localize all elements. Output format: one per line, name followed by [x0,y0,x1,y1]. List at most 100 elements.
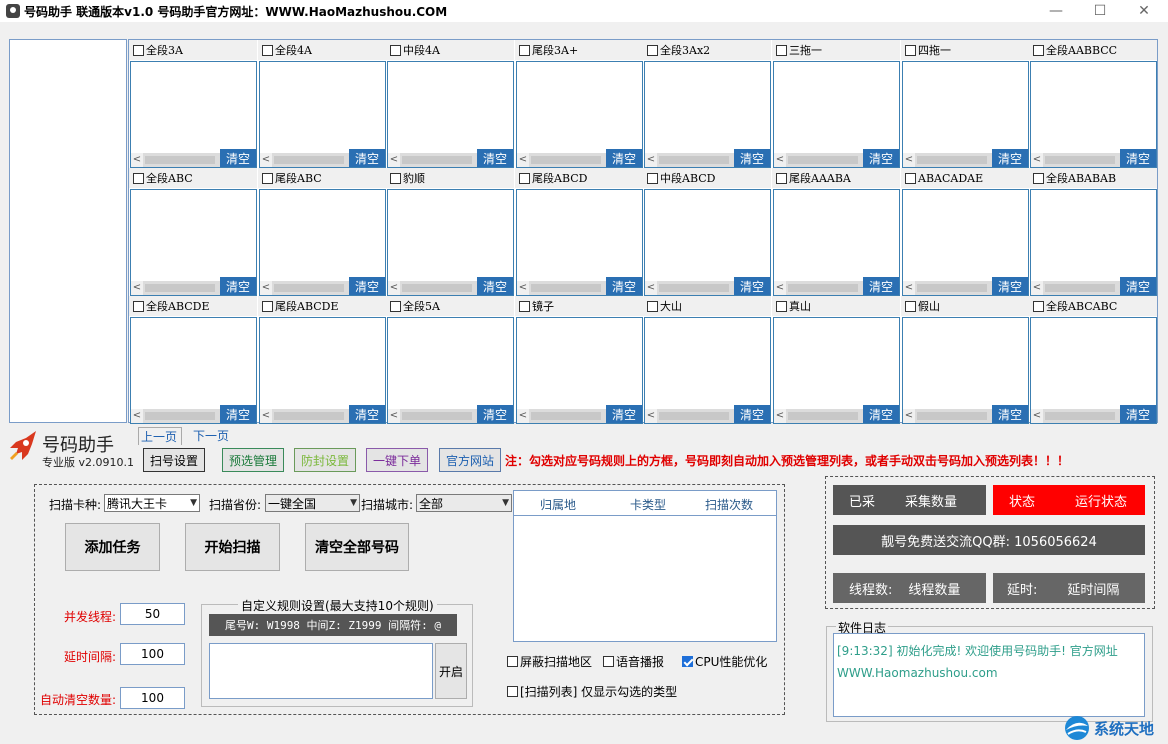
clear-button[interactable]: 清空 [477,277,513,295]
category-number-list[interactable]: < 清空 [516,61,643,168]
website-button[interactable]: 官方网站 [439,448,501,472]
horizontal-scrollbar[interactable]: < [645,281,735,295]
scrollbar-thumb[interactable] [659,412,729,420]
result-table[interactable]: 归属地 卡类型 扫描次数 [513,490,777,642]
scrollbar-thumb[interactable] [659,284,729,292]
horizontal-scrollbar[interactable]: < [1031,153,1121,167]
voice-option[interactable]: 语音播报 [603,653,664,670]
scrollbar-thumb[interactable] [917,412,987,420]
category-header[interactable]: 全段ABCABC [1029,296,1157,316]
scroll-left-icon[interactable]: < [388,153,400,167]
category-number-list[interactable]: < 清空 [387,61,514,168]
threads-input[interactable]: 50 [120,603,185,625]
scroll-left-icon[interactable]: < [388,281,400,295]
preselect-button[interactable]: 预选管理 [222,448,284,472]
scrollbar-thumb[interactable] [145,412,215,420]
category-header[interactable]: 全段AABBCC [1029,40,1157,60]
category-header[interactable]: 中段ABCD [643,168,771,188]
clear-button[interactable]: 清空 [863,149,899,167]
category-header[interactable]: 假山 [901,296,1029,316]
minimize-button[interactable]: — [1034,0,1078,22]
scroll-left-icon[interactable]: < [260,281,272,295]
category-header[interactable]: 尾段ABCD [515,168,643,188]
category-header[interactable]: 全段ABABAB [1029,168,1157,188]
category-number-list[interactable]: < 清空 [259,189,386,296]
scrollbar-thumb[interactable] [145,156,215,164]
horizontal-scrollbar[interactable]: < [260,409,350,423]
category-checkbox[interactable] [905,172,916,184]
scroll-left-icon[interactable]: < [517,409,529,423]
scroll-left-icon[interactable]: < [1031,153,1043,167]
clear-button[interactable]: 清空 [220,149,256,167]
horizontal-scrollbar[interactable]: < [645,409,735,423]
category-number-list[interactable]: < 清空 [130,61,257,168]
category-checkbox[interactable] [519,300,530,312]
horizontal-scrollbar[interactable]: < [645,153,735,167]
clear-button[interactable]: 清空 [863,405,899,423]
clear-button[interactable]: 清空 [863,277,899,295]
clear-button[interactable]: 清空 [349,405,385,423]
category-number-list[interactable]: < 清空 [644,317,771,424]
horizontal-scrollbar[interactable]: < [517,281,607,295]
scrollbar-thumb[interactable] [531,284,601,292]
category-checkbox[interactable] [647,44,658,56]
horizontal-scrollbar[interactable]: < [903,281,993,295]
clear-all-button[interactable]: 清空全部号码 [305,523,409,571]
horizontal-scrollbar[interactable]: < [1031,409,1121,423]
scroll-left-icon[interactable]: < [1031,281,1043,295]
cpu-opt-checkbox[interactable] [682,656,693,667]
horizontal-scrollbar[interactable]: < [131,281,221,295]
scrollbar-thumb[interactable] [274,156,344,164]
category-header[interactable]: 豹顺 [386,168,514,188]
scroll-left-icon[interactable]: < [774,153,786,167]
scroll-left-icon[interactable]: < [131,409,143,423]
city-select[interactable]: 全部 ▼ [416,494,512,512]
clear-button[interactable]: 清空 [734,277,770,295]
rules-textarea[interactable] [209,643,433,699]
category-header[interactable]: 尾段ABCDE [258,296,386,316]
delay-input[interactable]: 100 [120,643,185,665]
category-checkbox[interactable] [1033,300,1044,312]
category-header[interactable]: 全段ABCDE [129,296,257,316]
card-type-select[interactable]: 腾讯大王卡 ▼ [104,494,200,512]
scroll-left-icon[interactable]: < [1031,409,1043,423]
number-list-panel[interactable] [9,39,127,423]
scrollbar-thumb[interactable] [659,156,729,164]
category-checkbox[interactable] [647,300,658,312]
clear-button[interactable]: 清空 [734,405,770,423]
clear-button[interactable]: 清空 [220,405,256,423]
category-number-list[interactable]: < 清空 [516,189,643,296]
scrollbar-thumb[interactable] [917,284,987,292]
category-number-list[interactable]: < 清空 [773,189,900,296]
scrollbar-thumb[interactable] [402,156,472,164]
category-header[interactable]: 大山 [643,296,771,316]
scroll-left-icon[interactable]: < [517,153,529,167]
scroll-left-icon[interactable]: < [774,409,786,423]
category-header[interactable]: 真山 [772,296,900,316]
clear-button[interactable]: 清空 [606,277,642,295]
horizontal-scrollbar[interactable]: < [388,409,478,423]
scroll-left-icon[interactable]: < [645,409,657,423]
horizontal-scrollbar[interactable]: < [1031,281,1121,295]
category-checkbox[interactable] [262,300,273,312]
scrollbar-thumb[interactable] [788,284,858,292]
category-number-list[interactable]: < 清空 [259,61,386,168]
category-checkbox[interactable] [1033,172,1044,184]
scroll-left-icon[interactable]: < [260,153,272,167]
horizontal-scrollbar[interactable]: < [774,409,864,423]
category-header[interactable]: 尾段AAABA [772,168,900,188]
category-number-list[interactable]: < 清空 [773,61,900,168]
category-checkbox[interactable] [776,172,787,184]
category-number-list[interactable]: < 清空 [902,317,1029,424]
clear-button[interactable]: 清空 [734,149,770,167]
horizontal-scrollbar[interactable]: < [388,153,478,167]
category-number-list[interactable]: < 清空 [259,317,386,424]
close-button[interactable]: ✕ [1122,0,1166,22]
scroll-left-icon[interactable]: < [645,153,657,167]
category-number-list[interactable]: < 清空 [902,189,1029,296]
horizontal-scrollbar[interactable]: < [774,153,864,167]
category-checkbox[interactable] [390,300,401,312]
scroll-left-icon[interactable]: < [517,281,529,295]
clear-button[interactable]: 清空 [349,277,385,295]
clear-button[interactable]: 清空 [992,405,1028,423]
